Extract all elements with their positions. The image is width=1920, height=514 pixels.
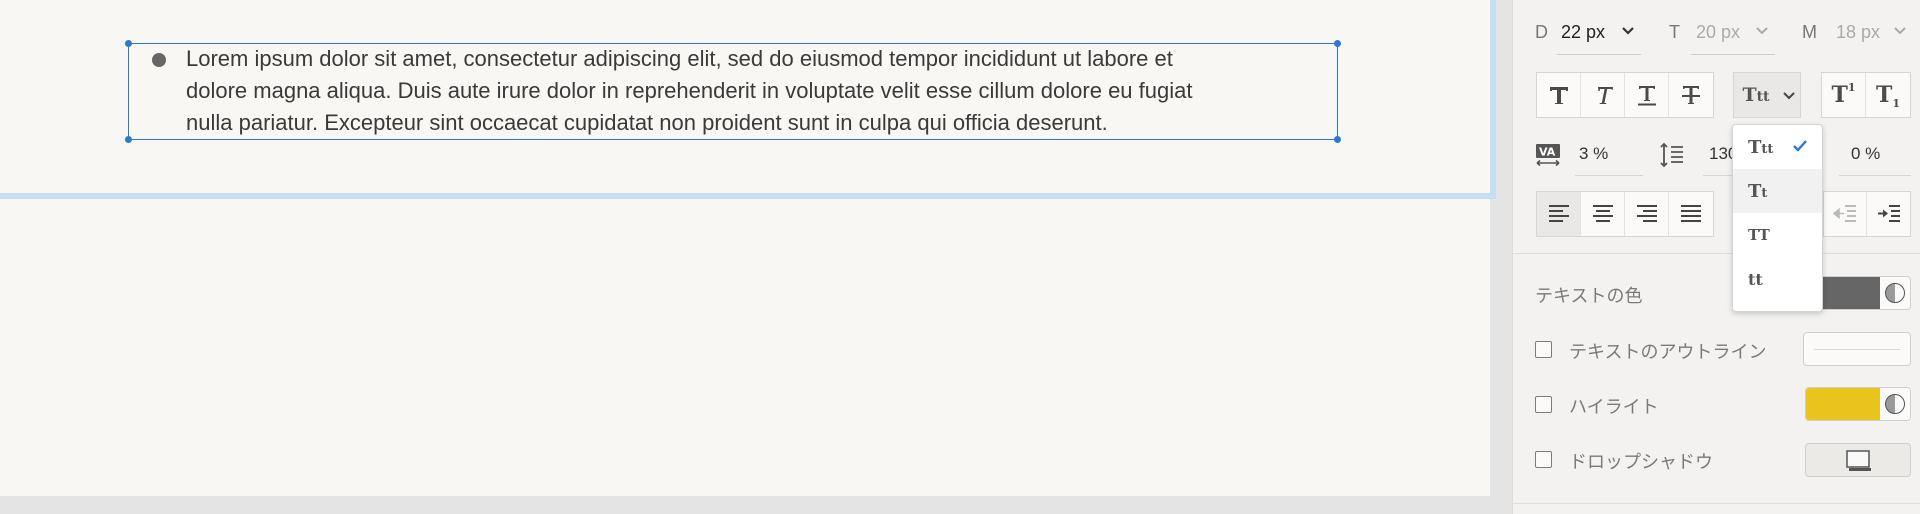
indent-buttons [1823,191,1911,237]
align-justify-icon [1681,205,1701,222]
underline-icon [1637,86,1656,106]
text-case-icon: Ttt [1742,84,1770,106]
letter-spacing-value: 3 % [1579,144,1609,163]
resize-handle-top-left[interactable] [125,40,132,47]
resize-handle-bottom-right[interactable] [1334,136,1341,143]
font-size-tablet[interactable]: T 20 px [1669,14,1789,56]
drop-shadow-checkbox[interactable] [1535,451,1552,468]
align-center-icon [1592,205,1613,222]
indent-icon [1877,205,1900,222]
size-value: 22 px [1561,22,1606,42]
drop-shadow-label: ドロップシャドウ [1569,452,1713,472]
chevron-down-icon [1756,27,1768,35]
canvas-page[interactable]: Lorem ipsum dolor sit amet, consectetur … [0,0,1490,496]
text-properties-panel: D 22 px T 20 px M 18 px Ttt T1 T1 VA 3 %… [1512,0,1920,514]
paragraph-spacing-field[interactable]: 0 % [1839,134,1911,176]
align-center-button[interactable] [1581,192,1625,236]
bold-button[interactable] [1537,73,1581,117]
font-size-mobile[interactable]: M 18 px [1802,14,1912,56]
superscript-button[interactable]: T1 [1822,73,1866,117]
body-text-line: Lorem ipsum dolor sit amet, consectetur … [186,46,1173,71]
vertical-guide [1490,0,1496,199]
line-height-field[interactable]: 130 [1659,134,1743,176]
subscript-button[interactable]: T1 [1866,73,1910,117]
case-option-title[interactable]: Ttt [1733,125,1822,169]
underline-button[interactable] [1625,73,1669,117]
color-picker-icon[interactable] [1885,283,1905,303]
case-option-lowercase[interactable]: tt [1733,257,1822,301]
case-option-uppercase[interactable]: TT [1733,213,1822,257]
resize-handle-bottom-left[interactable] [125,136,132,143]
text-color-label: テキストの色 [1535,286,1643,306]
text-outline-swatch[interactable] [1803,332,1911,366]
font-size-desktop[interactable]: D 22 px [1535,14,1655,56]
strikethrough-icon [1682,86,1700,104]
align-justify-button[interactable] [1669,192,1713,236]
superscript-icon: T1 [1831,81,1856,108]
text-style-buttons [1536,72,1714,118]
horizontal-guide [0,193,1496,199]
checkmark-icon [1793,140,1807,152]
paragraph-spacing-value: 0 % [1851,144,1881,163]
drop-shadow-settings-button[interactable] [1805,443,1911,477]
strikethrough-button[interactable] [1669,73,1713,117]
italic-button[interactable] [1581,73,1625,117]
italic-icon [1597,87,1613,104]
outdent-icon [1833,205,1856,222]
align-left-button[interactable] [1537,192,1581,236]
align-left-icon [1548,205,1569,222]
text-box[interactable]: Lorem ipsum dolor sit amet, consectetur … [125,40,1341,143]
size-value: 20 px [1696,22,1741,42]
text-align-buttons [1536,191,1714,237]
color-fill [1806,388,1880,420]
line-height-icon [1660,142,1683,168]
color-picker-icon[interactable] [1885,394,1905,414]
text-case-menu: Ttt Tt TT tt [1732,124,1823,312]
bullet-icon [152,53,166,67]
chevron-down-icon [1894,27,1906,35]
text-outline-label: テキストのアウトライン [1569,342,1767,362]
script-buttons: T1 T1 [1821,72,1911,118]
text-case-dropdown-button[interactable]: Ttt [1733,72,1801,118]
chevron-down-icon [1778,73,1800,117]
outdent-button[interactable] [1824,192,1868,236]
size-label: M [1802,22,1817,42]
align-right-button[interactable] [1625,192,1669,236]
shadow-box-icon [1846,450,1871,471]
case-option-sentence[interactable]: Tt [1733,169,1822,213]
body-text-line: nulla pariatur. Excepteur sint occaecat … [186,110,1108,135]
align-right-icon [1636,205,1657,222]
body-text-line: dolore magna aliqua. Duis aute irure dol… [186,78,1193,103]
highlight-checkbox[interactable] [1535,396,1552,413]
chevron-down-icon [1622,27,1634,35]
size-label: T [1669,22,1680,42]
resize-handle-top-right[interactable] [1334,40,1341,47]
letter-spacing-icon: VA [1536,144,1560,167]
body-text[interactable]: Lorem ipsum dolor sit amet, consectetur … [186,43,1326,139]
highlight-color-swatch[interactable] [1805,387,1911,421]
letter-spacing-field[interactable]: VA 3 % [1535,134,1655,176]
indent-button[interactable] [1867,192,1910,236]
size-label: D [1535,22,1548,42]
highlight-label: ハイライト [1569,397,1659,417]
size-value: 18 px [1836,22,1881,42]
bold-icon [1549,87,1568,104]
svg-text:VA: VA [1539,146,1556,159]
text-outline-checkbox[interactable] [1535,341,1552,358]
subscript-icon: T1 [1875,82,1901,110]
canvas-bottom-area [0,496,1490,514]
